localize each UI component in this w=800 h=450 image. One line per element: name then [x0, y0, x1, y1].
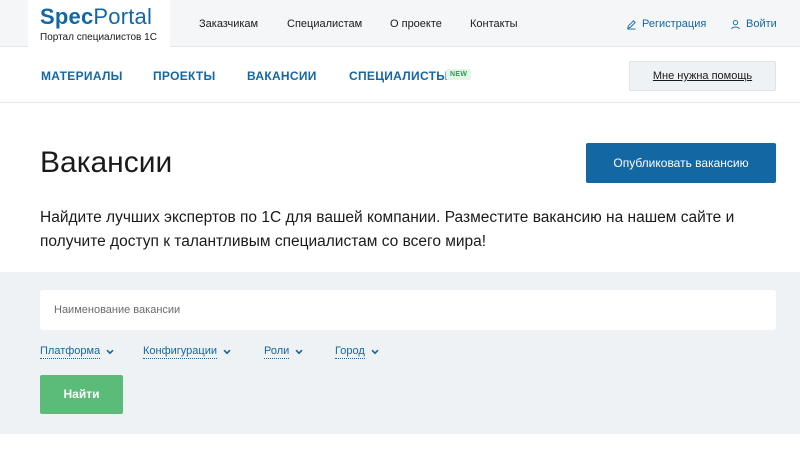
login-link[interactable]: Войти [730, 18, 777, 30]
top-nav-specialists[interactable]: Специалистам [287, 18, 362, 30]
top-nav-customers[interactable]: Заказчикам [199, 18, 258, 30]
top-nav-about[interactable]: О проекте [390, 18, 442, 30]
find-button[interactable]: Найти [40, 375, 123, 414]
main-menu: МАТЕРИАЛЫ ПРОЕКТЫ ВАКАНСИИ СПЕЦИАЛИСТЫ N… [0, 47, 800, 103]
menu-item-projects[interactable]: ПРОЕКТЫ [153, 69, 216, 83]
chevron-down-icon [295, 349, 303, 355]
page-title: Вакансии [40, 146, 173, 179]
filter-label: Платформа [40, 345, 101, 359]
help-button[interactable]: Мне нужна помощь [629, 61, 776, 91]
login-label: Войти [746, 18, 777, 30]
filter-platform[interactable]: Платформа [40, 345, 114, 359]
chevron-down-icon [106, 349, 114, 355]
chevron-down-icon [223, 349, 231, 355]
register-label: Регистрация [642, 18, 707, 30]
menu-item-specialists[interactable]: СПЕЦИАЛИСТЫ [349, 69, 448, 83]
logo-spec-text: Spec [40, 4, 94, 29]
site-logo[interactable]: SpecPortal Портал специалистов 1С [28, 0, 170, 47]
chevron-down-icon [371, 349, 379, 355]
menu-item-vacancies[interactable]: ВАКАНСИИ [247, 69, 317, 83]
filter-label: Конфигурации [143, 345, 218, 359]
register-link[interactable]: Регистрация [626, 18, 706, 30]
filter-city[interactable]: Город [335, 345, 379, 359]
pencil-icon [627, 19, 636, 30]
menu-item-materials[interactable]: МАТЕРИАЛЫ [41, 69, 123, 83]
filter-configurations[interactable]: Конфигурации [143, 345, 231, 359]
intro-text: Найдите лучших экспертов по 1С для вашей… [40, 209, 735, 250]
logo-title: SpecPortal [40, 4, 170, 30]
new-badge: NEW [446, 69, 472, 80]
filter-label: Роли [264, 345, 290, 359]
user-icon [731, 19, 740, 29]
logo-subtitle: Портал специалистов 1С [40, 32, 157, 43]
logo-portal-text: Portal [93, 4, 153, 29]
search-panel: Платформа Конфигурации Роли Город Найти [0, 272, 800, 434]
vacancy-search-input[interactable] [40, 290, 776, 330]
top-bar: SpecPortal Портал специалистов 1С Заказч… [0, 0, 800, 47]
filter-label: Город [335, 345, 365, 359]
filter-roles[interactable]: Роли [264, 345, 303, 359]
top-nav-contacts[interactable]: Контакты [470, 18, 518, 30]
publish-vacancy-button[interactable]: Опубликовать вакансию [586, 143, 776, 183]
